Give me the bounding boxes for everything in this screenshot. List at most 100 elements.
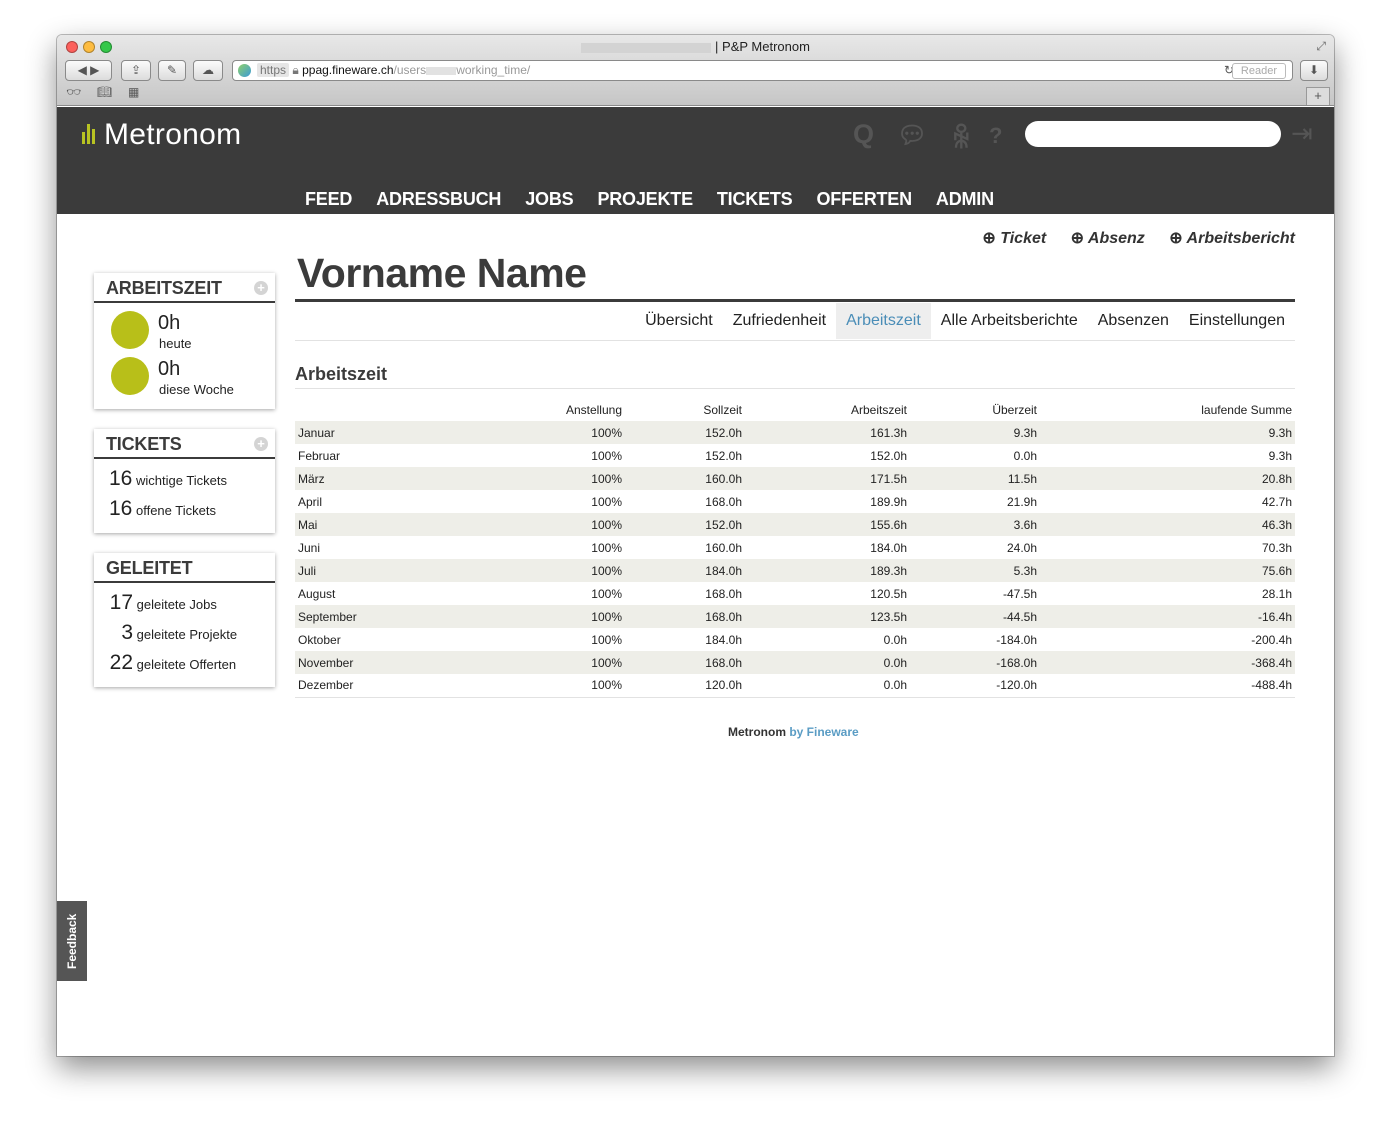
fullscreen-icon[interactable]: ⤢ [1316, 39, 1326, 54]
search-input[interactable] [1025, 121, 1281, 147]
tab-alle-arbeitsberichte[interactable]: Alle Arbeitsberichte [931, 303, 1088, 339]
column-header-anstellung: Anstellung [565, 403, 622, 417]
led-projects-link[interactable]: 3 geleitete Projekte [109, 618, 275, 648]
bookmarks-icon[interactable]: 📖︎ [97, 85, 112, 99]
cell-anstellung: 100% [591, 586, 622, 601]
cell-month: November [298, 655, 354, 670]
table-row: November 100% 168.0h 0.0h -168.0h -368.4h [295, 651, 1295, 674]
tabs-divider [295, 340, 1295, 341]
top-sites-icon[interactable]: ▦ [128, 85, 139, 99]
url-path-working-time: working_time/ [456, 63, 531, 77]
widget-arbeitszeit: ARBEITSZEIT + 0h heute 0h diese Woche [94, 273, 275, 409]
back-forward-buttons[interactable]: ◀ ▶ [65, 60, 112, 81]
person-icon[interactable]: ꆜ [951, 119, 972, 155]
app-logo[interactable]: Metronom [104, 118, 241, 152]
led-jobs-link[interactable]: 17 geleitete Jobs [109, 588, 275, 618]
tab-arbeitszeit[interactable]: Arbeitszeit [836, 303, 931, 339]
cell-arbeitszeit: 189.3h [870, 563, 907, 578]
quick-search-icon[interactable]: Q [853, 119, 874, 150]
reader-button[interactable]: Reader [1231, 63, 1286, 79]
table-row: Oktober 100% 184.0h 0.0h -184.0h -200.4h [295, 628, 1295, 651]
cell-month: Januar [298, 425, 335, 440]
column-header-ueberzeit: Überzeit [992, 403, 1037, 417]
add-icon[interactable]: + [254, 281, 268, 295]
plus-circle-icon: ⊕ [1169, 230, 1183, 247]
nav-admin[interactable]: ADMIN [936, 189, 994, 210]
new-tab-button[interactable]: + [1306, 87, 1330, 105]
cell-ueberzeit: 9.3h [1013, 425, 1037, 440]
cloud-icon[interactable]: ☁ [193, 60, 223, 81]
nav-projekte[interactable]: PROJEKTE [597, 189, 693, 210]
cell-sollzeit: 184.0h [705, 563, 742, 578]
profile-tabs: Übersicht Zufriedenheit Arbeitszeit Alle Ar… [635, 303, 1295, 340]
add-ticket-button[interactable]: ⊕ Ticket [982, 230, 1046, 247]
table-row: Februar 100% 152.0h 152.0h 0.0h 9.3h [295, 444, 1295, 467]
led-offers-link[interactable]: 22 geleitete Offerten [109, 648, 275, 678]
url-host: ppag.fineware.ch [302, 63, 394, 77]
cell-laufende-summe: -16.4h [1257, 609, 1292, 624]
nav-jobs[interactable]: JOBS [525, 189, 573, 210]
feedback-tab[interactable]: Feedback [57, 901, 87, 981]
chat-icon[interactable]: 💬︎ [897, 121, 927, 150]
cell-ueberzeit: -184.0h [996, 632, 1037, 647]
add-arbeitsbericht-button[interactable]: ⊕ Arbeitsbericht [1169, 230, 1295, 247]
cell-laufende-summe: 9.3h [1268, 425, 1292, 440]
tab-absenzen[interactable]: Absenzen [1088, 303, 1179, 339]
reading-list-icon[interactable]: 👓︎ [66, 85, 81, 99]
table-row: August 100% 168.0h 120.5h -47.5h 28.1h [295, 582, 1295, 605]
address-bar[interactable]: https 🔒︎ ppag.fineware.ch/users working_t… [232, 60, 1293, 81]
add-absenz-button[interactable]: ⊕ Absenz [1071, 230, 1145, 247]
cell-month: Juni [298, 540, 321, 555]
cell-arbeitszeit: 123.5h [870, 609, 907, 624]
widget-title: GELEITET [94, 553, 275, 583]
important-tickets-link[interactable]: 16 wichtige Tickets [109, 464, 275, 494]
status-dot [111, 357, 149, 395]
cell-arbeitszeit: 171.5h [870, 471, 907, 486]
logout-icon[interactable]: ⇥ [1291, 118, 1313, 149]
open-tickets-link[interactable]: 16 offene Tickets [109, 494, 275, 524]
nav-adressbuch[interactable]: ADRESSBUCH [376, 189, 501, 210]
redacted-url-block [426, 66, 457, 75]
table-row: Juli 100% 184.0h 189.3h 5.3h 75.6h [295, 559, 1295, 582]
arbeitszeit-today: 0h heute [94, 303, 275, 351]
cell-ueberzeit: 21.9h [1006, 494, 1037, 509]
cell-sollzeit: 168.0h [705, 609, 742, 624]
widget-geleitet: GELEITET 17 geleitete Jobs 3 geleitete P… [94, 553, 275, 687]
status-dot [111, 311, 149, 349]
table-row: Januar 100% 152.0h 161.3h 9.3h 9.3h [295, 421, 1295, 444]
tab-zufriedenheit[interactable]: Zufriedenheit [723, 303, 836, 339]
window-title-text: | P&P Metronom [715, 39, 810, 54]
cell-anstellung: 100% [591, 540, 622, 555]
add-icon[interactable]: + [254, 437, 268, 451]
tab-uebersicht[interactable]: Übersicht [635, 303, 723, 339]
arbeitszeit-value: 0h [158, 358, 181, 380]
cell-laufende-summe: -488.4h [1251, 678, 1292, 693]
downloads-icon[interactable]: ⬇ [1300, 60, 1328, 81]
cell-arbeitszeit: 0.0h [883, 632, 907, 647]
share-icon[interactable]: ⇪ [121, 60, 151, 81]
help-icon[interactable]: ? [989, 123, 1002, 149]
tab-einstellungen[interactable]: Einstellungen [1179, 303, 1295, 339]
cell-sollzeit: 168.0h [705, 655, 742, 670]
cell-arbeitszeit: 189.9h [870, 494, 907, 509]
cell-sollzeit: 120.0h [705, 678, 742, 693]
nav-feed[interactable]: FEED [305, 189, 352, 210]
cell-sollzeit: 152.0h [705, 425, 742, 440]
cell-laufende-summe: 28.1h [1261, 586, 1292, 601]
wrench-icon[interactable]: ✎ [158, 60, 186, 81]
nav-tickets[interactable]: TICKETS [717, 189, 793, 210]
nav-offerten[interactable]: OFFERTEN [817, 189, 913, 210]
footer-fineware-link[interactable]: by Fineware [789, 725, 858, 739]
column-header-laufende-summe: laufende Summe [1201, 403, 1292, 417]
plus-circle-icon: ⊕ [1070, 230, 1085, 247]
table-row: April 100% 168.0h 189.9h 21.9h 42.7h [295, 490, 1295, 513]
table-row: März 100% 160.0h 171.5h 11.5h 20.8h [295, 467, 1295, 490]
cell-ueberzeit: 11.5h [1007, 471, 1037, 486]
arbeitszeit-value: 0h [158, 312, 181, 334]
main-nav: FEED ADRESSBUCH JOBS PROJEKTE TICKETS OFFERTE… [305, 189, 1018, 210]
cell-sollzeit: 160.0h [705, 471, 742, 486]
cell-ueberzeit: -168.0h [996, 655, 1037, 670]
stat-number: 17 [109, 591, 133, 614]
cell-ueberzeit: 5.3h [1013, 563, 1037, 578]
cell-laufende-summe: 20.8h [1261, 471, 1292, 486]
